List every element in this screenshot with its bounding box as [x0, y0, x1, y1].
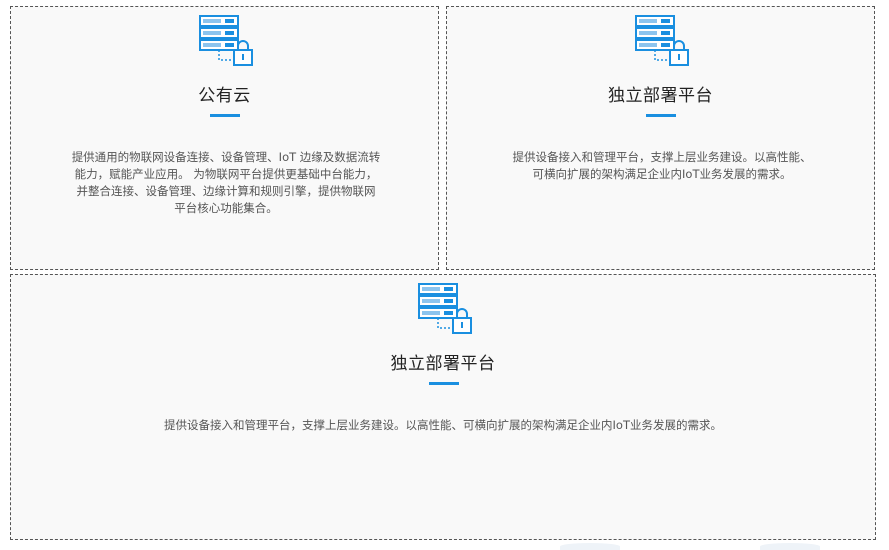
card-title: 公有云: [198, 86, 251, 106]
title-underline: [210, 114, 240, 117]
title-underline: [646, 114, 676, 117]
decorative-shape: [760, 543, 820, 550]
title-underline: [429, 382, 459, 385]
card-title: 独立部署平台: [390, 354, 496, 374]
card-public-cloud: 公有云 提供通用的物联网设备连接、设备管理、IoT 边缘及数据流转能力，赋能产业…: [10, 6, 439, 270]
card-description: 提供设备接入和管理平台，支撑上层业务建设。以高性能、可横向扩展的架构满足企业内I…: [164, 418, 722, 432]
server-lock-icon: [634, 14, 690, 68]
card-description: 提供设备接入和管理平台，支撑上层业务建设。以高性能、可横向扩展的架构满足企业内I…: [512, 150, 812, 181]
card-title: 独立部署平台: [608, 86, 713, 106]
card-private-deploy-wide: 独立部署平台 提供设备接入和管理平台，支撑上层业务建设。以高性能、可横向扩展的架…: [10, 274, 876, 540]
decorative-shape: [560, 543, 620, 550]
server-lock-icon: [417, 282, 473, 336]
card-description: 提供通用的物联网设备连接、设备管理、IoT 边缘及数据流转能力，赋能产业应用。 …: [71, 150, 381, 215]
card-private-deploy: 独立部署平台 提供设备接入和管理平台，支撑上层业务建设。以高性能、可横向扩展的架…: [446, 6, 875, 270]
server-lock-icon: [198, 14, 254, 68]
